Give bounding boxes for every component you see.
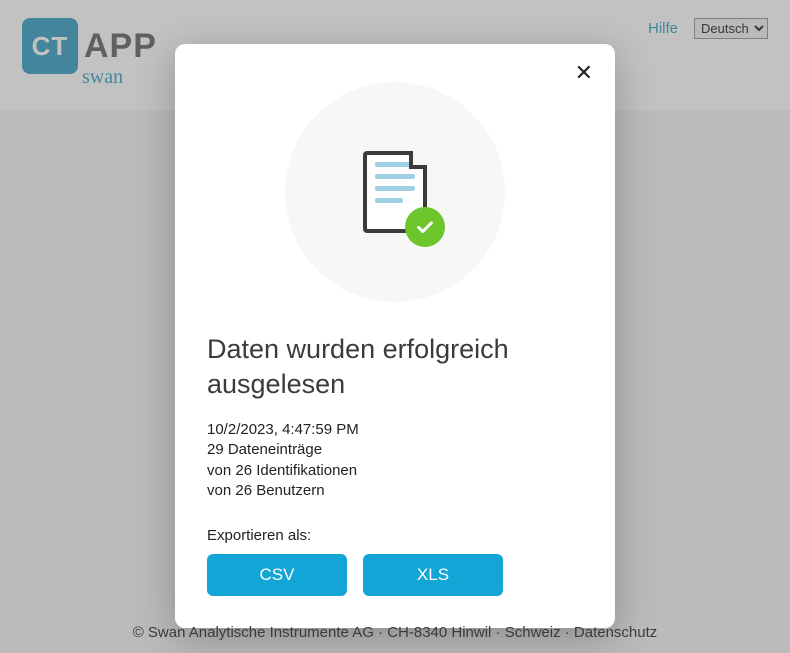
document-success-icon xyxy=(363,151,427,233)
export-csv-button[interactable]: CSV xyxy=(207,554,347,596)
modal-details: 10/2/2023, 4:47:59 PM 29 Dateneinträge v… xyxy=(207,420,583,501)
checkmark-icon xyxy=(405,207,445,247)
timestamp: 10/2/2023, 4:47:59 PM xyxy=(207,420,583,440)
success-illustration xyxy=(285,82,505,302)
footer-copyright: © Swan Analytische Instrumente AG · CH-8… xyxy=(133,624,574,641)
entries-count: 29 Dateneinträge xyxy=(207,440,583,460)
export-xls-button[interactable]: XLS xyxy=(363,554,503,596)
footer: © Swan Analytische Instrumente AG · CH-8… xyxy=(0,624,790,641)
privacy-link[interactable]: Datenschutz xyxy=(574,624,657,641)
success-modal: ✕ Daten wurden erfolgreich ausgelesen 10… xyxy=(175,44,615,628)
export-label: Exportieren als: xyxy=(207,527,583,544)
identifications-count: von 26 Identifikationen xyxy=(207,461,583,481)
modal-title: Daten wurden erfolgreich ausgelesen xyxy=(207,332,583,402)
close-icon[interactable]: ✕ xyxy=(575,62,593,84)
users-count: von 26 Benutzern xyxy=(207,481,583,501)
